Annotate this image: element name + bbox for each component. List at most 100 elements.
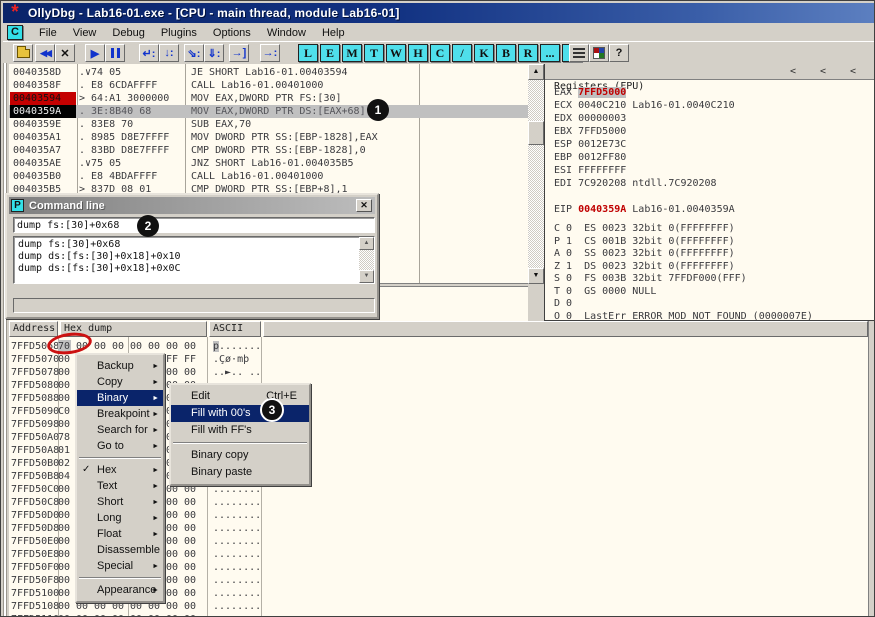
pause-button[interactable]: [105, 44, 125, 62]
hex-byte[interactable]: 00: [58, 522, 71, 535]
pane-button-r[interactable]: R: [518, 44, 538, 62]
history-item[interactable]: dump ds:[fs:[30]+0x18]+0x10: [18, 251, 181, 263]
hex-byte[interactable]: 00: [94, 613, 107, 617]
hex-byte[interactable]: 00: [184, 509, 197, 522]
hex-byte[interactable]: 00: [94, 340, 107, 353]
trace-into-button[interactable]: ⇘:: [184, 44, 204, 62]
hex-byte[interactable]: 00: [58, 509, 71, 522]
command-line-window[interactable]: P Command line ✕ ▲ ▼ dump fs:[30]+0x68du…: [5, 193, 379, 319]
flag-row[interactable]: T 0 GS 0000 NULL: [554, 285, 656, 298]
hex-byte[interactable]: 00: [58, 366, 71, 379]
disasm-row[interactable]: 004035A7. 83BD D8E7FFFFCMP DWORD PTR SS:…: [9, 144, 528, 157]
scrollbar-thumb[interactable]: [528, 121, 544, 145]
hex-byte[interactable]: 00: [166, 548, 179, 561]
disasm-address[interactable]: 004035AE: [10, 157, 76, 170]
menu-item-binary[interactable]: Binary►: [77, 390, 163, 406]
hex-byte[interactable]: 00: [184, 340, 197, 353]
pane-button-w[interactable]: W: [386, 44, 406, 62]
history-item[interactable]: dump ds:[fs:[30]+0x18]+0x0C: [18, 263, 181, 275]
menu-item-hex[interactable]: Hex✓►: [77, 462, 163, 478]
hex-dump-row[interactable]: 7FFD50687000000000000000p.......: [9, 340, 868, 353]
collapse-marker-icon[interactable]: <: [790, 64, 796, 79]
registers-pane[interactable]: Registers (FPU) < < < EAX 7FFD5000ECX 00…: [544, 64, 875, 321]
collapse-marker-icon[interactable]: <: [850, 64, 856, 79]
hex-byte[interactable]: 00: [112, 340, 125, 353]
step-into-button[interactable]: ↵:: [139, 44, 159, 62]
hex-byte[interactable]: 00: [58, 587, 71, 600]
menu-item-fill-with-00-s[interactable]: Fill with 00's: [171, 405, 309, 422]
hex-byte[interactable]: 00: [166, 535, 179, 548]
disasm-row[interactable]: 00403594> 64:A1 3000000MOV EAX,DWORD PTR…: [9, 92, 528, 105]
disasm-row[interactable]: 004035B0. E8 4BDAFFFFCALL Lab16-01.00401…: [9, 170, 528, 183]
help-button[interactable]: ?: [609, 44, 629, 62]
hex-byte[interactable]: 00: [166, 340, 179, 353]
hex-byte[interactable]: 00: [58, 600, 71, 613]
menubar-item-plugins[interactable]: Plugins: [153, 25, 205, 41]
menu-item-copy[interactable]: Copy►: [77, 374, 163, 390]
scroll-down-arrow-icon[interactable]: ▼: [359, 270, 374, 283]
close-program-button[interactable]: ✕: [55, 44, 75, 62]
hex-byte[interactable]: 00: [130, 340, 143, 353]
appearance-button[interactable]: [589, 44, 609, 62]
hex-byte[interactable]: 00: [184, 522, 197, 535]
register-row-esi[interactable]: ESI FFFFFFFF: [554, 164, 626, 177]
menu-item-breakpoint[interactable]: Breakpoint►: [77, 406, 163, 422]
hex-byte[interactable]: 00: [184, 496, 197, 509]
menubar-item-options[interactable]: Options: [205, 25, 259, 41]
hex-byte[interactable]: 00: [58, 392, 71, 405]
menubar-item-debug[interactable]: Debug: [104, 25, 152, 41]
run-button[interactable]: ▶: [85, 44, 105, 62]
command-history-list[interactable]: ▲ ▼ dump fs:[30]+0x68dump ds:[fs:[30]+0x…: [13, 236, 375, 284]
command-input[interactable]: [13, 217, 375, 233]
hex-byte[interactable]: 00: [184, 574, 197, 587]
menu-item-binary-paste[interactable]: Binary paste: [171, 464, 309, 481]
pane-button-e[interactable]: E: [320, 44, 340, 62]
step-over-button[interactable]: ↓:: [159, 44, 179, 62]
menubar-item-help[interactable]: Help: [314, 25, 353, 41]
register-row-esp[interactable]: ESP 0012E73C: [554, 138, 626, 151]
disasm-address[interactable]: 004035B0: [10, 170, 76, 183]
menu-item-float[interactable]: Float►: [77, 526, 163, 542]
menu-item-text[interactable]: Text►: [77, 478, 163, 494]
pane-button-c[interactable]: C: [430, 44, 450, 62]
register-row-ebp[interactable]: EBP 0012FF80: [554, 151, 626, 164]
hex-byte[interactable]: FF: [184, 353, 197, 366]
hex-byte[interactable]: 00: [148, 340, 161, 353]
hex-byte[interactable]: FF: [166, 353, 179, 366]
flag-row[interactable]: S 0 FS 003B 32bit 7FFDF000(FFF): [554, 272, 747, 285]
hex-byte[interactable]: 00: [58, 418, 71, 431]
collapse-marker-icon[interactable]: <: [820, 64, 826, 79]
disasm-address[interactable]: 0040358F: [10, 79, 76, 92]
flag-row[interactable]: Z 1 DS 0023 32bit 0(FFFFFFFF): [554, 260, 735, 273]
hex-byte[interactable]: 00: [166, 522, 179, 535]
hex-byte[interactable]: 00: [58, 535, 71, 548]
hex-byte[interactable]: 00: [166, 561, 179, 574]
disasm-row[interactable]: 004035AE.∨75 05JNZ SHORT Lab16-01.004035…: [9, 157, 528, 170]
flag-row[interactable]: D 0: [554, 297, 572, 310]
menu-item-long[interactable]: Long►: [77, 510, 163, 526]
menu-item-special[interactable]: Special►: [77, 558, 163, 574]
scroll-up-arrow-icon[interactable]: ▲: [528, 64, 544, 80]
hex-byte[interactable]: 04: [58, 470, 71, 483]
disassembly-scrollbar[interactable]: ▲ ▼: [528, 64, 544, 284]
history-item[interactable]: dump fs:[30]+0x68: [18, 239, 120, 251]
pane-button-k[interactable]: K: [474, 44, 494, 62]
disasm-address[interactable]: 0040359A: [10, 105, 76, 118]
pane-button-h[interactable]: H: [408, 44, 428, 62]
register-row-ebx[interactable]: EBX 7FFD5000: [554, 125, 626, 138]
hex-byte[interactable]: 02: [58, 457, 71, 470]
close-icon[interactable]: ✕: [356, 199, 372, 212]
hex-byte[interactable]: 00: [148, 613, 161, 617]
disasm-row[interactable]: 004035A1. 8985 D8E7FFFFMOV DWORD PTR SS:…: [9, 131, 528, 144]
hex-byte[interactable]: 00: [58, 574, 71, 587]
hex-dump-row[interactable]: 7FFD51100000000000000000........: [9, 613, 868, 617]
hex-byte[interactable]: 00: [184, 366, 197, 379]
menu-item-search-for[interactable]: Search for►: [77, 422, 163, 438]
hex-byte[interactable]: 00: [58, 496, 71, 509]
disasm-row[interactable]: 0040358D.∨74 05JE SHORT Lab16-01.0040359…: [9, 66, 528, 79]
menu-item-appearance[interactable]: Appearance►: [77, 582, 163, 598]
menubar-item-view[interactable]: View: [65, 25, 105, 41]
flag-row[interactable]: P 1 CS 001B 32bit 0(FFFFFFFF): [554, 235, 735, 248]
menubar-item-file[interactable]: File: [31, 25, 65, 41]
disasm-address[interactable]: 004035A7: [10, 144, 76, 157]
